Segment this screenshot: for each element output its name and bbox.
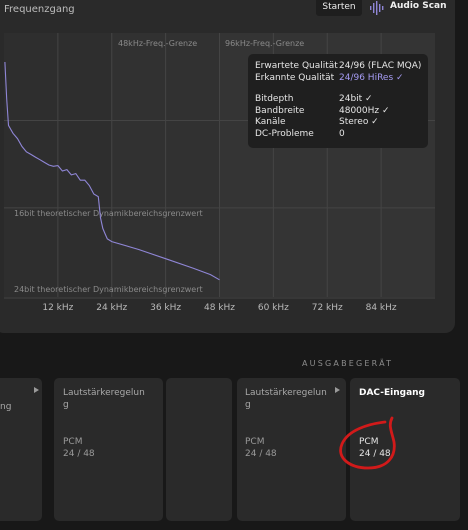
card-title: ng — [0, 402, 12, 412]
tooltip-label-dc: DC-Probleme — [255, 129, 314, 139]
expand-arrow-icon[interactable] — [335, 387, 340, 393]
tooltip-value-expected: 24/96 (FLAC MQA) — [339, 61, 422, 71]
output-card-empty[interactable] — [166, 378, 232, 521]
card-title: Lautstärkeregelun — [63, 388, 145, 398]
tooltip-value-detected: 24/96 HiRes ✓ — [339, 73, 404, 83]
x-tick-label: 84 kHz — [366, 303, 397, 313]
x-axis-ticks: 12 kHz 24 kHz 36 kHz 48 kHz 60 kHz 72 kHz 84 k… — [42, 303, 397, 313]
tooltip-label-expected: Erwartete Qualität — [255, 61, 338, 71]
tooltip-label-channels: Kanäle — [255, 117, 286, 127]
region-label-48khz: 48kHz-Freq.-Grenze — [118, 39, 197, 48]
quality-tooltip: Erwartete Qualität 24/96 (FLAC MQA) Erka… — [248, 54, 428, 148]
card-title-wrap: g — [63, 400, 69, 410]
card-format: PCM — [245, 437, 265, 447]
x-tick-label: 72 kHz — [312, 303, 343, 313]
card-rate: 24 / 48 — [63, 449, 95, 459]
x-tick-label: 36 kHz — [150, 303, 181, 313]
reference-label-16bit: 16bit theoretischer Dynamikbereichsgrenz… — [14, 209, 203, 218]
x-tick-label: 48 kHz — [204, 303, 235, 313]
red-circle-annotation — [339, 416, 396, 470]
frequency-chart: 48kHz-Freq.-Grenze 96kHz-Freq.-Grenze 16… — [4, 33, 435, 313]
tooltip-label-bandwidth: Bandbreite — [255, 106, 305, 116]
band-48khz — [111, 33, 219, 297]
output-device-label: AUSGABEGERÄT — [302, 359, 394, 368]
card-title: Lautstärkeregelun — [245, 388, 327, 398]
x-tick-label: 24 kHz — [96, 303, 127, 313]
tooltip-value-channels: Stereo ✓ — [339, 117, 379, 127]
tooltip-label-bitdepth: Bitdepth — [255, 94, 294, 104]
tooltip-value-dc: 0 — [339, 129, 345, 139]
tooltip-label-detected: Erkannte Qualität — [255, 73, 335, 83]
output-card-0[interactable]: ng — [0, 378, 42, 521]
card-format: PCM — [63, 437, 83, 447]
reference-label-24bit: 24bit theoretischer Dynamikbereichsgrenz… — [14, 285, 203, 294]
expand-arrow-icon[interactable] — [34, 387, 39, 393]
card-title-wrap: g — [245, 400, 251, 410]
card-title: DAC-Eingang — [359, 388, 425, 398]
x-tick-label: 12 kHz — [42, 303, 73, 313]
region-label-96khz: 96kHz-Freq.-Grenze — [225, 39, 304, 48]
card-rate: 24 / 48 — [245, 449, 277, 459]
output-card-volume-1[interactable]: Lautstärkeregelun g PCM 24 / 48 — [54, 378, 163, 521]
tooltip-value-bandwidth: 48000Hz ✓ — [339, 106, 390, 116]
x-tick-label: 60 kHz — [258, 303, 289, 313]
tooltip-value-bitdepth: 24bit ✓ — [339, 94, 373, 104]
